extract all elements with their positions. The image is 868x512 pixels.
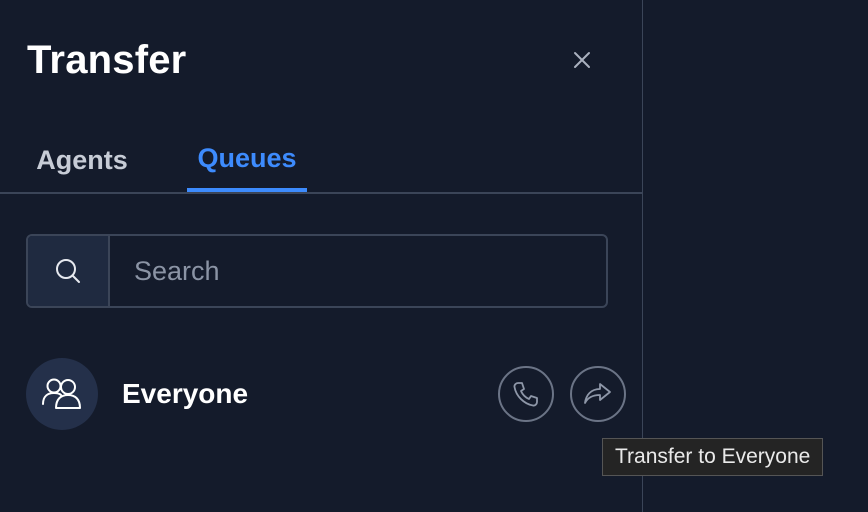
search-icon	[53, 256, 83, 286]
transfer-panel: Transfer Agents Queues Search Everyone	[0, 0, 643, 512]
tab-agents[interactable]: Agents	[26, 128, 138, 192]
transfer-tooltip: Transfer to Everyone	[602, 438, 824, 476]
queue-list-item: Everyone	[26, 358, 630, 430]
queue-avatar	[26, 358, 98, 430]
search-box	[26, 234, 608, 308]
close-button[interactable]	[566, 44, 598, 76]
group-icon	[40, 374, 84, 414]
app-stage: Transfer Agents Queues Search Everyone T…	[0, 0, 868, 512]
queue-name: Everyone	[122, 378, 249, 409]
call-queue-button[interactable]	[498, 366, 554, 422]
tab-bar: Agents Queues	[0, 128, 642, 194]
phone-icon	[511, 379, 541, 409]
search-input[interactable]	[110, 236, 606, 306]
share-forward-icon	[582, 379, 614, 409]
panel-title: Transfer	[27, 38, 187, 82]
search-icon-container	[28, 236, 110, 306]
tab-queues[interactable]: Queues	[187, 128, 307, 192]
close-icon	[572, 50, 592, 70]
transfer-queue-button[interactable]	[570, 366, 626, 422]
